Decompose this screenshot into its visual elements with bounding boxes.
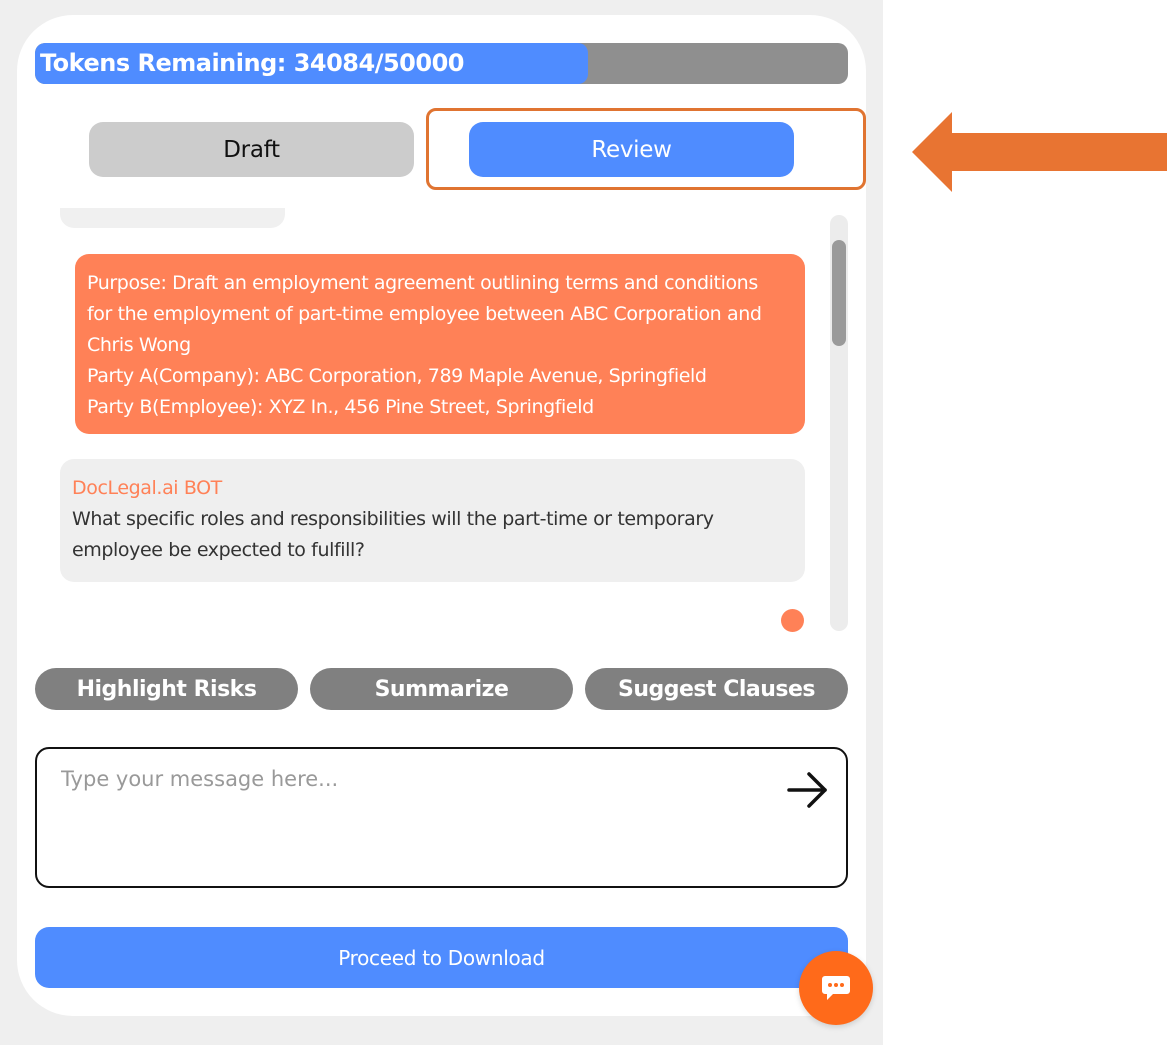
message-composer <box>35 747 848 888</box>
tokens-remaining-label: Tokens Remaining: 34084/50000 <box>40 49 464 77</box>
chat-messages[interactable]: Purpose: Draft an employment agreement o… <box>55 208 825 633</box>
suggest-clauses-button[interactable]: Suggest Clauses <box>585 668 848 710</box>
user-message-line: for the employment of part-time employee… <box>87 303 762 325</box>
bot-message-line: employee be expected to fulfill? <box>72 539 365 561</box>
user-message-line: Party A(Company): ABC Corporation, 789 M… <box>87 365 707 387</box>
chat-scrollbar-thumb[interactable] <box>832 240 846 346</box>
previous-message-edge <box>60 208 285 228</box>
arrow-right-icon[interactable] <box>785 767 831 813</box>
left-arrow-callout-icon <box>912 112 1167 192</box>
user-message-bubble: Purpose: Draft an employment agreement o… <box>75 254 805 434</box>
message-input[interactable] <box>61 767 761 867</box>
user-message-line: Purpose: Draft an employment agreement o… <box>87 272 758 294</box>
chat-scrollbar[interactable] <box>830 215 848 631</box>
chat-bubble-icon <box>822 976 850 1000</box>
bot-sender-name: DocLegal.ai BOT <box>72 477 222 499</box>
highlight-risks-button[interactable]: Highlight Risks <box>35 668 298 710</box>
summarize-button[interactable]: Summarize <box>310 668 573 710</box>
user-message-line: Party B(Employee): XYZ In., 456 Pine Str… <box>87 396 594 418</box>
bot-message-bubble: DocLegal.ai BOT What specific roles and … <box>60 459 805 582</box>
draft-mode-button[interactable]: Draft <box>89 122 414 177</box>
typing-indicator-dot <box>781 609 804 632</box>
bot-message-line: What specific roles and responsibilities… <box>72 508 714 530</box>
review-mode-button[interactable]: Review <box>469 122 794 177</box>
tokens-progress-bar: Tokens Remaining: 34084/50000 <box>35 43 848 84</box>
chat-launcher-button[interactable] <box>799 951 873 1025</box>
user-message-line: Chris Wong <box>87 334 191 356</box>
proceed-to-download-button[interactable]: Proceed to Download <box>35 927 848 988</box>
